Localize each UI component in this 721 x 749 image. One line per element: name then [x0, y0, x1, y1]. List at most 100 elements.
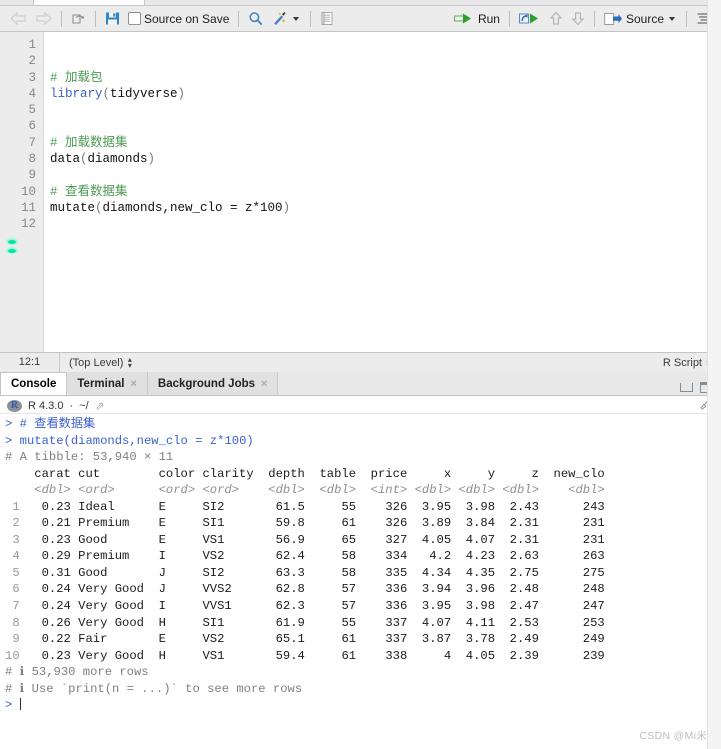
code-line[interactable]: [50, 102, 721, 118]
source-pane: Source on Save Run Source 1 2 3 4 5 6 7 …: [0, 0, 721, 373]
open-directory-arrow-icon[interactable]: ⇗: [95, 399, 105, 413]
chevron-down-icon[interactable]: [293, 16, 300, 21]
code-line[interactable]: data(diamonds): [50, 151, 721, 167]
minimize-icon[interactable]: [680, 383, 693, 392]
code-token: mutate: [50, 200, 96, 215]
table-row: 4 0.29 Premium I VS2 62.4 58 334 4.2 4.2…: [5, 549, 605, 564]
console-input-line: > mutate(diamonds,new_clo = z*100): [5, 433, 254, 448]
line-number: 12: [20, 217, 36, 232]
watermark: CSDN @Mi米: [639, 730, 707, 742]
code-token: (: [95, 200, 103, 215]
code-line[interactable]: library(tidyverse): [50, 86, 721, 102]
code-token: diamonds: [87, 152, 148, 167]
table-row: 7 0.24 Very Good I VVS1 62.3 57 336 3.95…: [5, 599, 605, 614]
chevron-down-icon[interactable]: [669, 16, 675, 21]
source-tab-strip: [0, 0, 721, 6]
r-version: R 4.3.0: [28, 399, 64, 412]
code-token: (: [80, 152, 88, 167]
code-line[interactable]: [50, 118, 721, 134]
code-token: (: [102, 86, 111, 101]
close-icon[interactable]: ×: [130, 378, 136, 390]
line-number: 1: [28, 38, 36, 52]
code-token: diamonds,new_clo = z*100: [102, 200, 283, 215]
code-token: ): [147, 152, 156, 167]
code-line[interactable]: [50, 37, 721, 53]
code-line[interactable]: # 加载数据集: [50, 135, 721, 151]
tab-background-jobs[interactable]: Background Jobs ×: [147, 372, 279, 395]
code-line[interactable]: # 加载包: [50, 70, 721, 86]
r-logo-icon: R: [7, 399, 22, 412]
console-meta-line: # A tibble: 53,940 × 11: [5, 450, 174, 465]
line-number: 3: [28, 70, 36, 85]
code-line[interactable]: [50, 167, 721, 183]
console-input-line: > # 查看数据集: [5, 417, 96, 431]
source-on-save-label: Source on Save: [144, 11, 230, 26]
table-row: 5 0.31 Good J SI2 63.3 58 335 4.34 4.35 …: [5, 565, 605, 580]
close-icon[interactable]: ×: [261, 378, 267, 390]
console-header: R R 4.3.0 · ~/ ⇗: [0, 396, 721, 414]
code-token: # 加载数据集: [50, 135, 128, 150]
table-row: 2 0.21 Premium E SI1 59.8 61 326 3.89 3.…: [5, 516, 605, 531]
code-line[interactable]: [50, 53, 721, 69]
console-tab-strip: Console Terminal × Background Jobs ×: [0, 372, 721, 396]
forward-arrow-icon[interactable]: [31, 8, 56, 30]
source-on-save-checkbox[interactable]: Source on Save: [124, 8, 233, 30]
code-token: data: [50, 152, 81, 167]
source-button[interactable]: Source: [600, 8, 681, 30]
cursor-position: 12:1: [0, 352, 60, 373]
run-button[interactable]: Run: [450, 8, 504, 30]
rstudio-window: Source on Save Run Source 1 2 3 4 5 6 7 …: [0, 0, 721, 749]
tab-terminal[interactable]: Terminal ×: [67, 372, 148, 395]
line-number: 5: [28, 103, 36, 118]
line-number: 2: [28, 54, 36, 69]
code-line[interactable]: # 查看数据集: [50, 184, 721, 200]
working-directory[interactable]: ~/: [79, 400, 88, 412]
line-number-gutter: 1 2 3 4 5 6 7 8 9 10 11 12: [0, 32, 44, 352]
rerun-icon[interactable]: [515, 8, 545, 30]
compile-report-icon[interactable]: [316, 8, 338, 30]
table-row: 9 0.22 Fair E VS2 65.1 61 337 3.87 3.78 …: [5, 632, 605, 647]
tab-label: Background Jobs: [157, 377, 256, 390]
table-header-row: carat cut color clarity depth table pric…: [5, 466, 605, 481]
table-row: 10 0.23 Very Good H VS1 59.4 61 338 4 4.…: [5, 648, 605, 663]
scope-selector[interactable]: (Top Level) ▴ ▾: [60, 354, 133, 370]
file-type-label: R Script: [662, 356, 702, 369]
tab-console[interactable]: Console: [0, 372, 68, 395]
code-line[interactable]: mutate(diamonds,new_clo = z*100): [50, 200, 721, 216]
code-tools-wand-icon[interactable]: [267, 8, 305, 30]
editor-toolbar: Source on Save Run Source: [0, 6, 721, 32]
header-separator: ·: [69, 399, 74, 412]
editor-cursor-indicator: [6, 238, 18, 256]
up-arrow-icon[interactable]: [545, 8, 567, 30]
console-pane: Console Terminal × Background Jobs × R R 4.3…: [0, 0, 721, 749]
tab-label: Terminal: [77, 377, 125, 390]
line-number: 11: [20, 200, 36, 215]
save-icon[interactable]: [101, 8, 124, 30]
scope-label: (Top Level): [69, 356, 124, 369]
back-arrow-icon[interactable]: [6, 8, 31, 30]
line-number: 6: [28, 119, 36, 134]
table-row: 3 0.23 Good E VS1 56.9 65 327 4.05 4.07 …: [5, 532, 605, 547]
table-row: 8 0.26 Very Good H SI1 61.9 55 337 4.07 …: [5, 615, 605, 630]
table-type-row: <dbl> <ord> <ord> <ord> <dbl> <dbl> <int…: [5, 483, 605, 498]
console-output[interactable]: > # 查看数据集 > mutate(diamonds,new_clo = z*1…: [0, 414, 721, 749]
source-file-tab[interactable]: [33, 0, 145, 5]
code-token: # 查看数据集: [50, 184, 128, 199]
down-arrow-icon[interactable]: [567, 8, 589, 30]
editor-body[interactable]: 1 2 3 4 5 6 7 8 9 10 11 12 # 加载包 library(tidyverse) …: [0, 32, 721, 352]
line-number: 4: [28, 86, 36, 101]
console-footer-line: # ℹ Use `print(n = ...)` to see more row…: [5, 681, 303, 696]
chevron-updown-icon: ▴▾: [127, 354, 132, 370]
show-in-new-window-icon[interactable]: [67, 8, 90, 30]
console-vertical-scrollbar[interactable]: [707, 0, 721, 749]
code-area[interactable]: # 加载包 library(tidyverse) # 加载数据集 data(diam…: [44, 32, 721, 352]
search-magnifier-icon[interactable]: [244, 8, 267, 30]
tab-label: Console: [11, 378, 57, 390]
code-line[interactable]: [50, 216, 721, 232]
line-number: 10: [20, 184, 36, 199]
editor-status-bar: 12:1 (Top Level) ▴▾ R Script ▴▾: [0, 352, 721, 373]
table-row: 6 0.24 Very Good J VVS2 62.8 57 336 3.94…: [5, 582, 605, 597]
code-token: library: [50, 86, 103, 101]
code-token: tidyverse: [110, 86, 178, 101]
table-row: 1 0.23 Ideal E SI2 61.5 55 326 3.95 3.98…: [5, 499, 605, 514]
